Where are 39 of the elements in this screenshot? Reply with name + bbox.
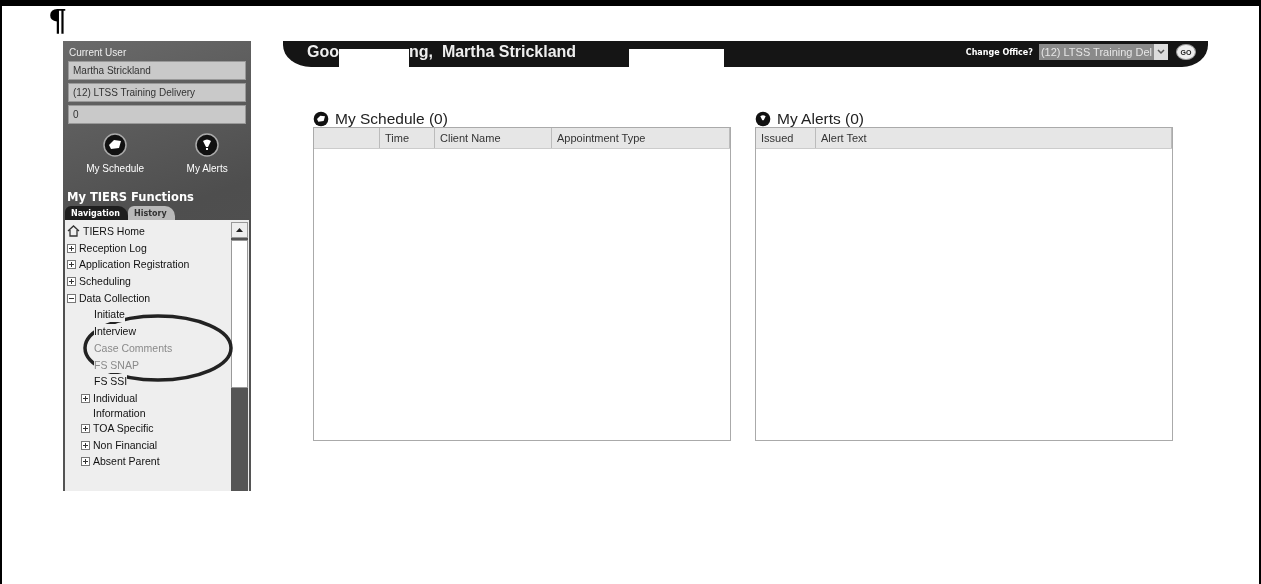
functions-title: My TIERS Functions [67,190,195,204]
home-icon [67,225,80,237]
tree-item[interactable]: Initiate [94,307,125,323]
scroll-up-icon[interactable] [236,228,243,232]
expand-icon[interactable] [67,260,76,270]
greeting-text: Goo [307,42,339,62]
tree-item[interactable]: Application Registration [79,257,190,273]
scroll-thumb[interactable] [231,240,248,388]
tab[interactable]: History [127,206,175,220]
paragraph-mark: ¶ [48,6,69,40]
current-user-label: Current User [69,47,128,58]
info-field: (12) LTSS Training Delivery [68,83,246,102]
collapse-icon[interactable] [67,293,76,303]
greeting-text: ng, Martha Strickland [409,42,577,62]
info-field: Martha Strickland [68,61,246,80]
column-header[interactable]: Issued [756,128,816,148]
column-header[interactable]: Client Name [435,128,552,148]
tab[interactable]: Navigation [65,206,128,220]
expand-icon[interactable] [81,440,90,450]
clipboard-icon[interactable] [103,133,128,157]
chevron-down-icon[interactable] [1154,47,1168,57]
change-office-label: Change Office? [965,47,1033,57]
column-header[interactable]: Time [380,128,435,148]
shortcut-label[interactable]: My Alerts [186,163,228,174]
expand-icon[interactable] [81,393,90,403]
panel-title: My Alerts (0) [777,110,864,128]
redaction-block [339,49,409,67]
column-header[interactable]: Alert Text [816,128,1172,148]
bell-icon[interactable] [195,133,220,157]
expand-icon[interactable] [81,423,90,433]
info-field: 0 [68,105,246,124]
expand-icon[interactable] [81,457,90,467]
expand-icon[interactable] [67,243,76,253]
column-header[interactable]: Appointment Type [552,128,730,148]
expand-icon[interactable] [67,277,76,287]
panel-title: My Schedule (0) [335,110,448,128]
scrollbar[interactable] [231,222,248,491]
tree-item[interactable]: Scheduling [79,274,131,290]
shortcut-label[interactable]: My Schedule [86,163,145,174]
